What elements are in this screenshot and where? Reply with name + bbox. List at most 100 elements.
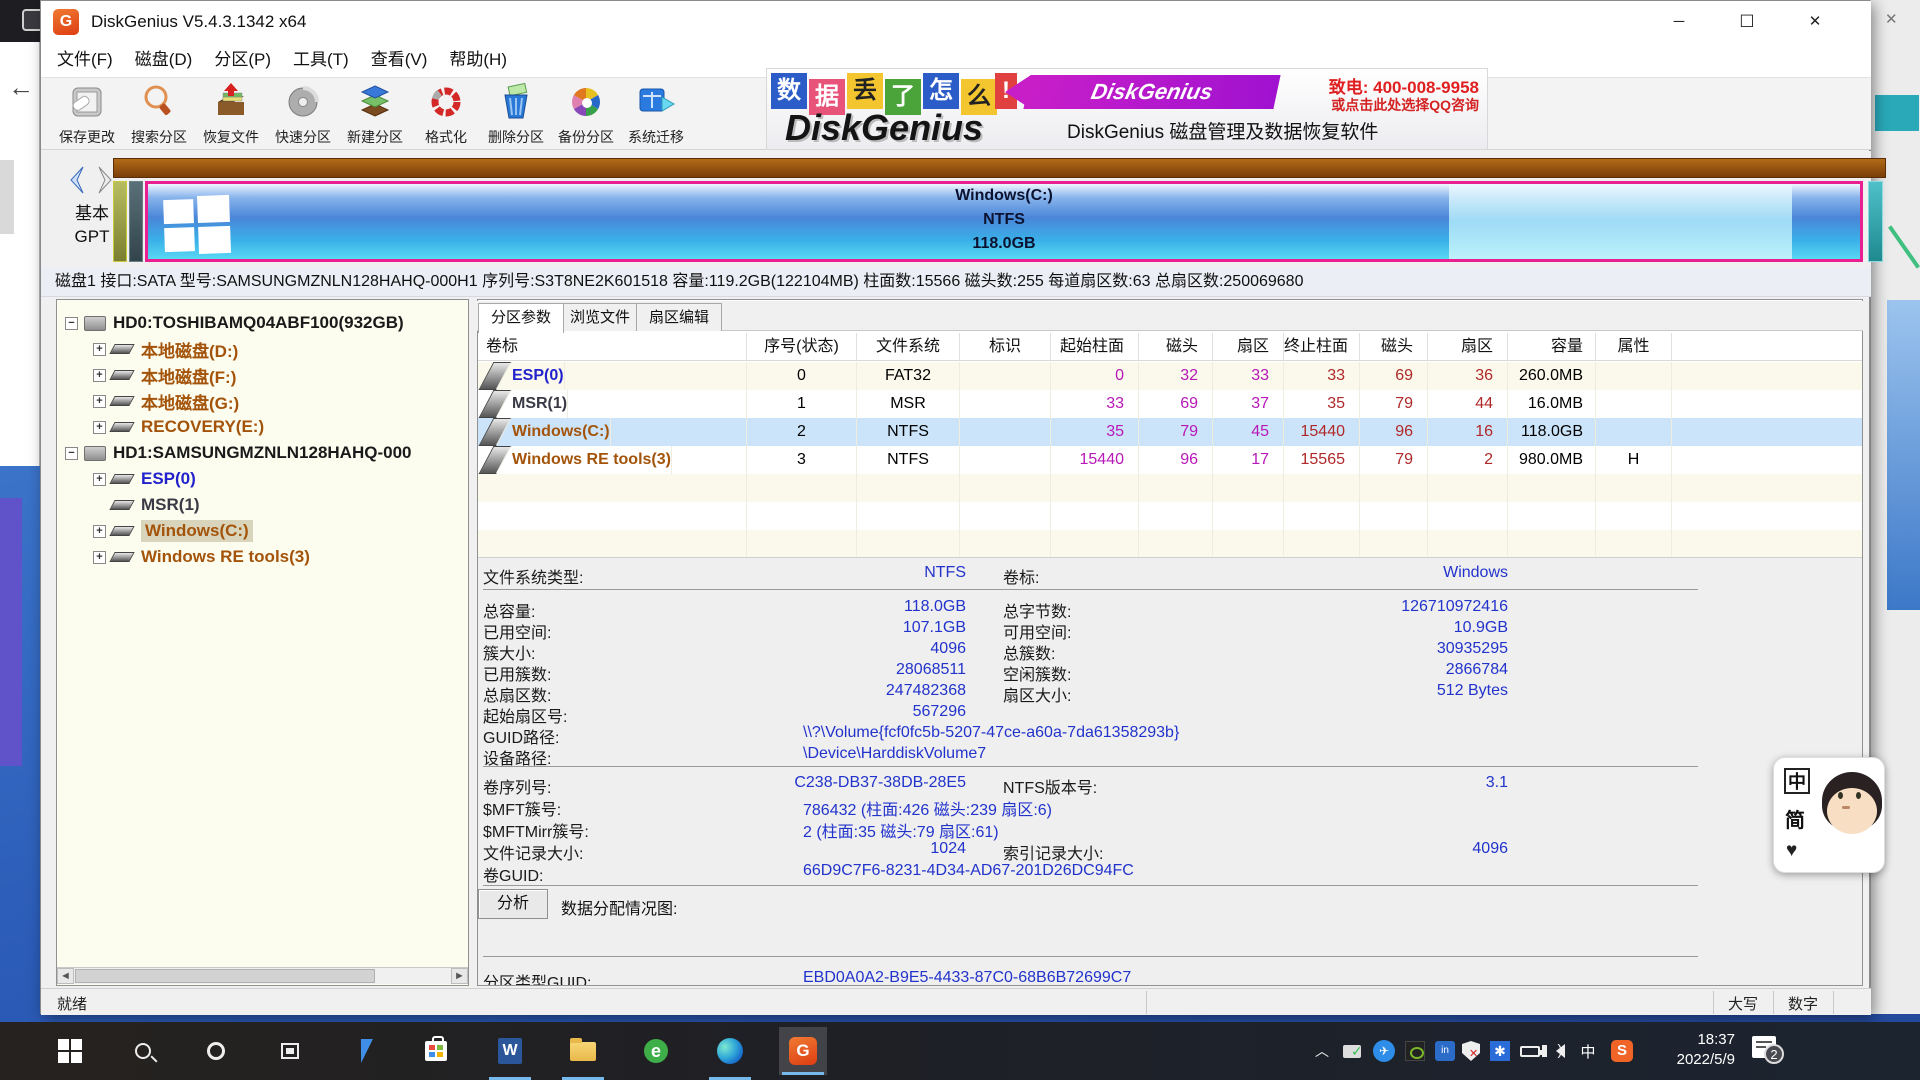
word-icon: [498, 1038, 522, 1064]
microsoft-store-button[interactable]: [412, 1027, 460, 1075]
maximize-button[interactable]: [1717, 1, 1777, 43]
system-migrate-button[interactable]: 系统迁移: [622, 80, 690, 148]
tray-sogou[interactable]: [1609, 1038, 1635, 1064]
quick-partition-button[interactable]: 快速分区: [269, 80, 337, 148]
tray-volume[interactable]: [1547, 1038, 1573, 1064]
tray-overflow-chevron[interactable]: [1309, 1038, 1335, 1064]
table-row-msr[interactable]: MSR(1)1MSR33693735794416.0MB: [478, 390, 1862, 418]
start-button[interactable]: [46, 1027, 94, 1075]
scroll-left-icon[interactable]: ◄: [57, 968, 74, 984]
tab-browse-files[interactable]: 浏览文件: [557, 303, 643, 331]
recover-files-button[interactable]: 恢复文件: [197, 80, 265, 148]
tree-item-local-f[interactable]: +本地磁盘(F:): [57, 362, 468, 388]
action-center-button[interactable]: 2: [1752, 1036, 1782, 1062]
tree-item-recovery-e[interactable]: +RECOVERY(E:): [57, 414, 468, 440]
tab-partition-params[interactable]: 分区参数: [478, 303, 564, 333]
intel-icon: [1435, 1041, 1455, 1061]
menu-view[interactable]: 查看(V): [360, 43, 439, 77]
expand-icon[interactable]: +: [93, 369, 106, 382]
tree-item-local-d[interactable]: +本地磁盘(D:): [57, 336, 468, 362]
tray-intel-graphics[interactable]: [1432, 1038, 1458, 1064]
tray-security[interactable]: [1458, 1038, 1484, 1064]
scroll-right-icon[interactable]: ►: [451, 968, 468, 984]
expand-icon[interactable]: +: [93, 343, 106, 356]
save-changes-button[interactable]: 保存更改: [53, 80, 121, 148]
menu-disk[interactable]: 磁盘(D): [124, 43, 204, 77]
delete-partition-button[interactable]: 删除分区: [482, 80, 550, 148]
tree-item-windows-c[interactable]: +Windows(C:): [57, 518, 468, 544]
menu-file[interactable]: 文件(F): [46, 43, 124, 77]
tray-power[interactable]: [1517, 1038, 1543, 1064]
partition-block-windows-c[interactable]: Windows(C:) NTFS 118.0GB: [145, 181, 1863, 262]
word-button[interactable]: [486, 1027, 534, 1075]
tray-freeze-tool[interactable]: [1487, 1038, 1513, 1064]
tab-sector-edit[interactable]: 扇区编辑: [636, 303, 722, 331]
tray-ime-indicator[interactable]: 中: [1575, 1038, 1601, 1064]
tree-item-local-g[interactable]: +本地磁盘(G:): [57, 388, 468, 414]
tray-printer[interactable]: [1339, 1038, 1365, 1064]
tray-messenger[interactable]: [1371, 1038, 1397, 1064]
detail-row: $MFT簇号:786432 (柱面:426 磁头:239 扇区:6): [41, 796, 1871, 817]
ime-status-widget[interactable]: 中 简 ♥: [1773, 757, 1885, 873]
background-window-left: ←: [0, 42, 40, 466]
diskgenius-taskbar-button[interactable]: [779, 1027, 827, 1075]
background-block: [1875, 95, 1919, 131]
collapse-icon[interactable]: −: [65, 317, 78, 330]
heart-icon[interactable]: ♥: [1786, 840, 1797, 862]
tree-item-hd1[interactable]: −HD1:SAMSUNGMZNLN128HAHQ-000: [57, 440, 468, 466]
scrollbar-thumb[interactable]: [75, 969, 375, 983]
expand-icon[interactable]: +: [93, 525, 106, 538]
menu-partition[interactable]: 分区(P): [203, 43, 282, 77]
file-explorer-button[interactable]: [559, 1027, 607, 1075]
detail-row: 已用簇数:28068511空闲簇数:2866784: [41, 661, 1871, 682]
active-indicator: [782, 1072, 824, 1075]
tree-item-msr[interactable]: MSR(1): [57, 492, 468, 518]
partition-block-esp[interactable]: [113, 181, 127, 262]
expand-icon[interactable]: +: [93, 395, 106, 408]
table-row-empty: [478, 530, 1862, 557]
expand-icon[interactable]: +: [93, 551, 106, 564]
edge-button[interactable]: [706, 1027, 754, 1075]
partition-size: 118.0GB: [148, 235, 1860, 253]
tree-item-hd0[interactable]: −HD0:TOSHIBAMQ04ABF100(932GB): [57, 310, 468, 336]
taskbar-search-button[interactable]: [119, 1027, 167, 1075]
battery-icon: [1520, 1046, 1540, 1057]
minimize-button[interactable]: [1649, 1, 1709, 43]
next-disk-arrow-icon[interactable]: [93, 165, 115, 195]
new-partition-button[interactable]: 新建分区: [341, 80, 409, 148]
tree-item-esp[interactable]: +ESP(0): [57, 466, 468, 492]
menu-tools[interactable]: 工具(T): [282, 43, 360, 77]
num-lock-indicator: 数字: [1773, 993, 1833, 1014]
ad-tagline: DiskGenius 磁盘管理及数据恢复软件: [1067, 117, 1378, 144]
ad-qq-link[interactable]: 或点击此处选择QQ咨询: [1331, 95, 1479, 115]
title-bar: DiskGenius V5.4.3.1342 x64: [41, 1, 1871, 43]
close-icon: ✕: [1885, 10, 1898, 28]
ime-chinese-mode[interactable]: 中: [1784, 768, 1810, 794]
taskbar-clock[interactable]: 18:37 2022/5/9: [1645, 1030, 1735, 1070]
browser-360-button[interactable]: [632, 1027, 680, 1075]
analyze-button[interactable]: 分析: [478, 889, 548, 919]
task-view-button[interactable]: [266, 1027, 314, 1075]
backup-partition-button[interactable]: 备份分区: [552, 80, 620, 148]
collapse-icon[interactable]: −: [65, 447, 78, 460]
expand-icon[interactable]: +: [93, 473, 106, 486]
pinned-app-flash[interactable]: [339, 1027, 387, 1075]
tray-nvidia[interactable]: [1402, 1038, 1428, 1064]
menu-help[interactable]: 帮助(H): [438, 43, 518, 77]
background-panel: [0, 160, 14, 234]
prev-disk-arrow-icon[interactable]: [67, 165, 89, 195]
partition-block-recovery[interactable]: [1868, 181, 1883, 262]
close-button[interactable]: [1785, 1, 1845, 43]
cortana-button[interactable]: [192, 1027, 240, 1075]
ad-banner[interactable]: 数 据 丢 了 怎 么 ! DiskGenius 致电: 400-008-995…: [766, 68, 1488, 150]
clipped-detail-row: 分区类型GUID:EBD0A0A2-B9E5-4433-87C0-68B6B72…: [478, 967, 1862, 985]
table-row-windows-c-selected[interactable]: Windows(C:)2NTFS357945154409616118.0GB: [478, 418, 1862, 446]
ime-simplified-mode[interactable]: 简: [1785, 804, 1805, 833]
table-row-windows-re[interactable]: Windows RE tools(3)3NTFS1544096171556579…: [478, 446, 1862, 474]
partition-block-msr[interactable]: [129, 181, 143, 262]
search-partition-button[interactable]: 搜索分区: [125, 80, 193, 148]
expand-icon[interactable]: +: [93, 421, 106, 434]
table-row-esp[interactable]: ESP(0)0FAT3203233336936260.0MB: [478, 362, 1862, 390]
tree-horizontal-scrollbar[interactable]: ◄ ►: [57, 967, 468, 984]
format-button[interactable]: 格式化: [412, 80, 480, 148]
